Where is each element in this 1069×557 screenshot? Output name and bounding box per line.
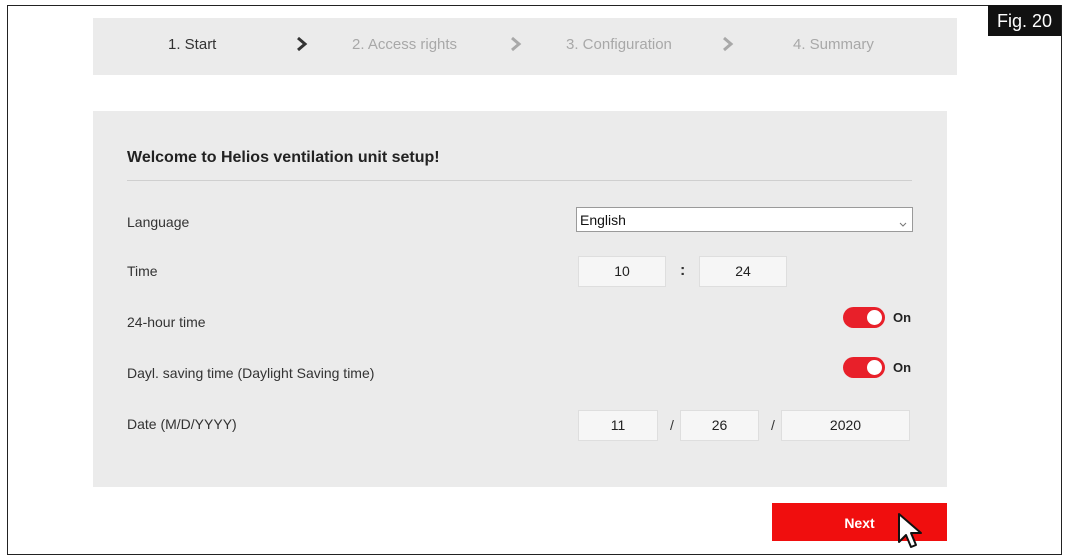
chevron-right-icon [509,36,523,52]
time-label: Time [127,263,158,279]
date-label: Date (M/D/YYYY) [127,416,237,432]
language-value: English [580,212,626,228]
step-summary[interactable]: 4. Summary [793,18,874,75]
time-hours-field[interactable]: 10 [578,256,666,287]
step-start[interactable]: 1. Start [168,18,216,75]
date-day-field[interactable]: 26 [680,410,759,441]
date-separator: / [670,417,674,433]
dst-label: Dayl. saving time (Daylight Saving time) [127,365,375,381]
dst-toggle[interactable] [843,357,885,378]
time-separator: : [680,262,686,279]
toggle-knob [867,360,882,375]
hour24-label: 24-hour time [127,314,206,330]
hour24-toggle[interactable] [843,307,885,328]
setup-card: Welcome to Helios ventilation unit setup… [93,111,947,487]
hour24-state: On [893,310,912,325]
date-year-field[interactable]: 2020 [781,410,910,441]
chevron-down-icon [899,216,907,227]
time-minutes-field[interactable]: 24 [699,256,787,287]
mouse-pointer-icon [896,512,930,552]
dst-state: On [893,360,912,375]
chevron-right-icon [721,36,735,52]
chevron-right-icon [295,36,309,52]
wizard-steps: 1. Start 2. Access rights 3. Configurati… [93,18,957,75]
language-label: Language [127,214,190,230]
step-configuration[interactable]: 3. Configuration [566,18,672,75]
date-month-field[interactable]: 11 [578,410,658,441]
figure-label: Fig. 20 [987,5,1061,36]
language-select[interactable]: English [576,207,913,232]
divider [127,180,912,181]
setup-title: Welcome to Helios ventilation unit setup… [127,149,440,166]
step-access-rights[interactable]: 2. Access rights [352,18,457,75]
date-separator: / [771,417,775,433]
toggle-knob [867,310,882,325]
